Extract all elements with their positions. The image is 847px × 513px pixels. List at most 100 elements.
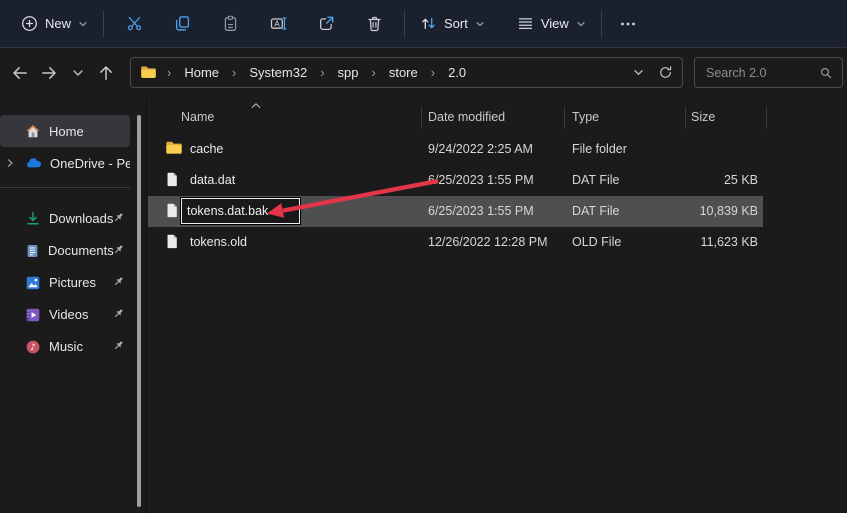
refresh-icon[interactable] (658, 65, 673, 80)
sidebar-scrollbar[interactable] (137, 115, 141, 507)
file-row-data-dat[interactable]: data.dat 6/25/2023 1:55 PM DAT File 25 K… (148, 165, 763, 196)
paste-button[interactable] (206, 6, 254, 42)
sidebar-item-label: Downloads (49, 211, 114, 226)
sidebar-item-music[interactable]: ♪ Music (0, 331, 130, 362)
column-header-type[interactable]: Type (572, 110, 599, 124)
pin-icon (112, 211, 125, 224)
sidebar-divider (0, 187, 130, 188)
file-size: 10,839 KB (699, 204, 758, 218)
downloads-icon (25, 211, 41, 227)
delete-button[interactable] (350, 6, 398, 42)
rename-button[interactable]: A (254, 6, 302, 42)
sort-icon (420, 15, 437, 32)
file-date-modified: 9/24/2022 2:25 AM (428, 142, 533, 156)
plus-circle-icon (21, 15, 38, 32)
home-icon (25, 123, 41, 139)
documents-icon (25, 243, 40, 259)
column-header-size[interactable]: Size (691, 110, 715, 124)
sidebar-item-onedrive[interactable]: OneDrive - Perso (0, 147, 130, 179)
pin-icon (112, 275, 125, 288)
pin-icon (112, 243, 125, 256)
new-button[interactable]: New (12, 8, 97, 39)
file-icon (165, 202, 180, 219)
share-icon (318, 15, 335, 32)
chevron-down-icon (72, 70, 83, 76)
chevron-down-icon (576, 19, 586, 29)
toolbar-divider (103, 10, 105, 37)
paste-icon (222, 15, 239, 32)
breadcrumb-spp[interactable]: spp (335, 63, 362, 82)
file-name: data.dat (190, 173, 236, 187)
search-input[interactable] (704, 64, 819, 81)
forward-button[interactable] (34, 58, 63, 88)
column-divider[interactable] (766, 107, 767, 129)
breadcrumb-separator: › (371, 65, 376, 80)
pin-icon (112, 307, 125, 320)
address-dropdown-chevron[interactable] (633, 67, 644, 78)
cut-icon (126, 15, 143, 32)
folder-icon (165, 140, 183, 156)
chevron-down-icon (78, 19, 88, 29)
svg-text:A: A (274, 19, 280, 28)
more-ellipsis-icon (619, 16, 637, 32)
copy-icon (174, 15, 191, 32)
expand-chevron-icon[interactable] (2, 147, 18, 178)
cut-button[interactable] (110, 6, 158, 42)
column-header-name[interactable]: Name (181, 110, 214, 124)
up-arrow-icon (99, 66, 112, 80)
chevron-down-icon (475, 19, 485, 29)
breadcrumb-2-0[interactable]: 2.0 (445, 63, 469, 82)
svg-text:♪: ♪ (30, 343, 36, 353)
file-icon (165, 171, 180, 188)
sidebar-item-label: Pictures (49, 275, 96, 290)
toolbar-divider (600, 10, 602, 37)
breadcrumb-separator: › (320, 65, 325, 80)
sidebar-item-home[interactable]: Home (0, 115, 130, 147)
sidebar-item-pictures[interactable]: Pictures (0, 267, 130, 298)
back-button[interactable] (5, 58, 34, 88)
up-button[interactable] (91, 58, 120, 88)
copy-button[interactable] (158, 6, 206, 42)
file-name: tokens.old (190, 235, 247, 249)
pane-splitter[interactable] (146, 97, 147, 513)
navigation-pane: Home OneDrive - Perso Downloads (0, 97, 148, 513)
file-row-tokens-dat-bak-selected[interactable]: 6/25/2023 1:55 PM DAT File 10,839 KB (148, 196, 763, 227)
sidebar-item-label: OneDrive - Perso (50, 155, 130, 171)
view-button-label: View (540, 16, 569, 31)
file-explorer-window: New A Sort View › Home › System32 › spp … (0, 0, 847, 513)
sidebar-item-documents[interactable]: Documents (0, 235, 130, 266)
column-header-date-modified[interactable]: Date modified (428, 110, 505, 124)
search-icon[interactable] (819, 66, 833, 80)
more-options-button[interactable] (608, 6, 648, 42)
rename-icon: A (270, 15, 287, 32)
file-date-modified: 12/26/2022 12:28 PM (428, 235, 548, 249)
recent-locations-button[interactable] (63, 58, 92, 88)
breadcrumb-home[interactable]: Home (181, 63, 222, 82)
sidebar-item-label: Videos (49, 307, 89, 322)
sort-button[interactable]: Sort (411, 8, 494, 39)
column-divider[interactable] (685, 107, 686, 129)
sidebar-item-label: Home (49, 123, 84, 139)
videos-icon (25, 307, 41, 323)
address-bar[interactable]: › Home › System32 › spp › store › 2.0 (130, 57, 683, 88)
rename-input[interactable] (182, 199, 299, 223)
pictures-icon (25, 275, 41, 291)
sidebar-item-downloads[interactable]: Downloads (0, 203, 130, 234)
file-size: 25 KB (723, 173, 758, 187)
file-row-tokens-old[interactable]: tokens.old 12/26/2022 12:28 PM OLD File … (148, 227, 763, 258)
file-row-cache[interactable]: cache 9/24/2022 2:25 AM File folder (148, 134, 763, 165)
file-name: cache (190, 142, 224, 156)
sidebar-item-videos[interactable]: Videos (0, 299, 130, 330)
view-button[interactable]: View (508, 8, 595, 39)
share-button[interactable] (302, 6, 350, 42)
breadcrumb-system32[interactable]: System32 (246, 63, 310, 82)
command-toolbar: New A Sort View (0, 0, 847, 48)
breadcrumb-store[interactable]: store (386, 63, 421, 82)
column-divider[interactable] (564, 107, 565, 129)
back-arrow-icon (12, 67, 27, 79)
toolbar-divider (404, 10, 406, 37)
column-divider[interactable] (421, 107, 422, 129)
pin-icon (112, 339, 125, 352)
file-type: File folder (572, 142, 627, 156)
breadcrumb-separator: › (430, 65, 436, 80)
